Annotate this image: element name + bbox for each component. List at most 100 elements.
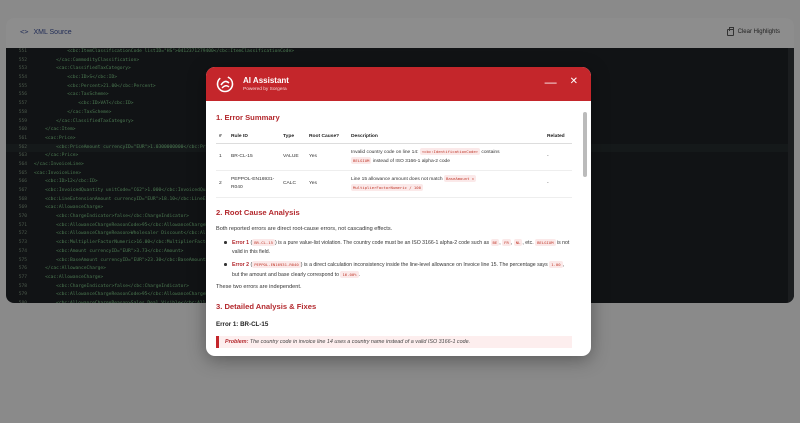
error-text: . [358,272,360,278]
line-number: 562 [18,144,27,150]
error-text: is a direct calculation inconsistency in… [303,262,548,268]
inline-code: PEPPOL-EN16931-R040 [252,261,301,268]
line-number: 575 [18,257,27,263]
minimize-icon[interactable]: — [545,76,557,88]
inline-code: BELGIUM [535,239,556,246]
col-header-type: Type [280,130,306,144]
line-number: 576 [18,266,27,272]
inline-code: 16.00% [340,271,359,278]
cell-description: Invalid country code on line 14: <cbc:Id… [348,143,544,171]
line-text: <cac:AllowanceCharge> [34,274,104,280]
list-item: Error 2 (PEPPOL-EN16931-R040) is a direc… [224,260,572,280]
modal-title: AI Assistant [243,76,289,85]
line-text: </cac:CommodityClassification> [34,57,140,63]
xml-panel-title-text: XML Source [33,28,72,36]
modal-title-group: AI Assistant Powered by Sorgera [243,76,289,92]
line-number: 569 [18,205,27,211]
line-number: 554 [18,75,27,81]
line-text: <cac:TaxScheme> [34,92,109,98]
col-header-num: # [216,130,228,144]
line-number: 571 [18,222,27,228]
section-root-cause-title: 2. Root Cause Analysis [216,208,300,217]
error-label: Error 1 [232,240,250,246]
independent-note: These two errors are independent. [216,284,302,290]
inline-code: BR-CL-15 [252,239,275,246]
desc-code: <cbc:IdentificationCode> [419,148,481,155]
close-icon[interactable]: ✕ [570,77,578,87]
line-number: 577 [18,274,27,280]
cell-type: VALUE [280,143,306,171]
clear-highlights-button[interactable]: Clear Highlights [726,26,780,36]
modal-body[interactable]: 1. Error Summary # Rule ID Type Root Cau… [206,101,591,356]
modal-scrollbar-thumb[interactable] [583,112,587,177]
line-number: 572 [18,231,27,237]
line-number: 570 [18,214,27,220]
line-number: 552 [18,57,27,63]
cell-num: 2 [216,170,228,198]
line-number: 560 [18,127,27,133]
line-number: 573 [18,240,27,246]
table-row: 1 BR-CL-15 VALUE Yes Invalid country cod… [216,143,572,171]
code-line: 552 </cac:CommodityClassification> [6,57,794,66]
line-text: <cbc:ID>S</cbc:ID> [34,75,117,81]
desc-code: MultiplierFactorNumeric / 100 [351,184,423,191]
cell-root: Yes [306,170,348,198]
line-text: <cac:Price> [34,135,76,141]
table-header-row: # Rule ID Type Root Cause? Description R… [216,130,572,144]
desc-code: BaseAmount × [443,175,477,182]
col-header-description: Description [348,130,544,144]
line-number: 553 [18,66,27,72]
cell-rule: PEPPOL-EN16931-R040 [228,170,280,198]
modal-subtitle: Powered by Sorgera [243,87,287,92]
cell-num: 1 [216,143,228,171]
line-number: 574 [18,248,27,254]
cell-related: - [544,143,572,171]
modal-header: AI Assistant Powered by Sorgera — ✕ [206,67,591,101]
code-scrollbar[interactable] [788,48,794,303]
line-text: </cac:ClassifiedTaxCategory> [34,118,134,124]
line-number: 558 [18,109,27,115]
inline-code: 1.00 [549,261,563,268]
sorgera-logo-icon [216,75,234,93]
line-number: 565 [18,170,27,176]
line-number: 561 [18,135,27,141]
error-summary-table: # Rule ID Type Root Cause? Description R… [216,130,572,198]
desc-text: instead of ISO 3166-1 alpha-2 code [372,159,450,164]
line-number: 559 [18,118,27,124]
line-text: <cbc:ID>VAT</cbc:ID> [34,101,134,107]
line-text: </cac:Price> [34,153,79,159]
table-row: 2 PEPPOL-EN16931-R040 CALC Yes Line 15 a… [216,170,572,198]
cell-related: - [544,170,572,198]
desc-text: Invalid country code on line 14: [351,150,419,155]
line-text: <cbc:InvoicedQuantity unitCode="C62">1.0… [34,188,225,193]
cell-type: CALC [280,170,306,198]
xml-panel-title: <> XML Source [20,28,72,36]
cell-description: Line 15 allowance amount does not match … [348,170,544,198]
section-detailed-analysis-title: 3. Detailed Analysis & Fixes [216,302,317,311]
clear-highlights-label: Clear Highlights [737,29,780,35]
line-number: 566 [18,179,27,185]
cell-root: Yes [306,143,348,171]
line-text: </cac:TaxScheme> [34,109,112,115]
line-text: <cbc:ChargeIndicator>false</cbc:ChargeIn… [34,214,189,220]
line-number: 579 [18,292,27,298]
line-text: </cac:AllowanceCharge> [34,266,106,272]
line-text: <cac:InvoiceLine> [34,170,82,176]
line-number: 564 [18,161,27,167]
line-text: <cbc:PriceAmount currencyID="EUR">1.0300… [34,144,234,150]
line-text: <cbc:ItemClassificationCode listID="HS">… [34,49,294,54]
list-item: Error 1 (BR-CL-15) is a pure value-list … [224,238,572,257]
col-header-root-cause: Root Cause? [306,130,348,144]
col-header-related: Related [544,130,572,144]
code-icon: <> [20,28,29,36]
line-text: <cbc:ChargeIndicator>false</cbc:ChargeIn… [34,283,189,289]
line-text: <cac:AllowanceCharge> [34,205,104,211]
cell-rule: BR-CL-15 [228,143,280,171]
line-text: <cbc:ID>12</cbc:ID> [34,179,98,185]
xml-panel-header: <> XML Source Clear Highlights [6,18,794,46]
line-text: <cac:ClassifiedTaxCategory> [34,66,131,72]
error-list: Error 1 (BR-CL-15) is a pure value-list … [224,238,572,280]
error1-subheading: Error 1: BR-CL-15 [216,321,269,328]
root-cause-intro: Both reported errors are direct root-cau… [216,226,393,232]
desc-text: Line 15 allowance amount does not match [351,177,443,182]
